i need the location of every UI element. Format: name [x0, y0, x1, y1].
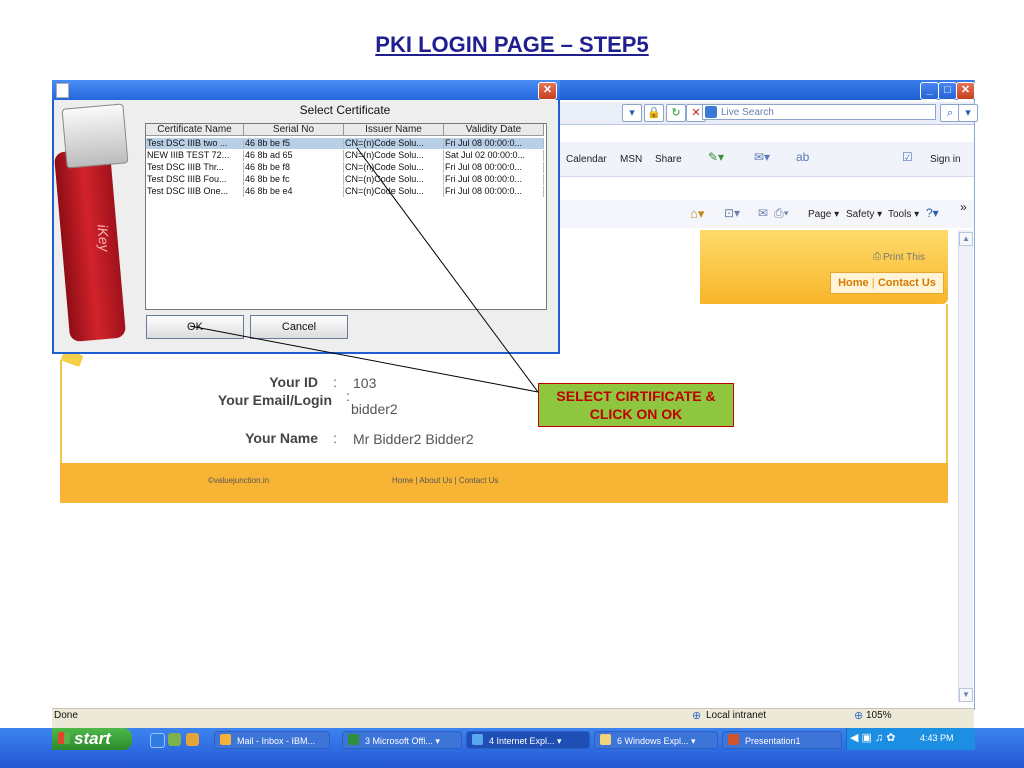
instruction-callout: SELECT CIRTIFICATE & CLICK ON OK [538, 383, 734, 427]
leader-line-to-certificate [356, 147, 539, 393]
callout-leader-lines [189, 147, 539, 393]
callout-line-1: SELECT CIRTIFICATE & [556, 388, 716, 404]
callout-line-2: CLICK ON OK [589, 406, 683, 422]
leader-line-to-ok [189, 325, 539, 393]
